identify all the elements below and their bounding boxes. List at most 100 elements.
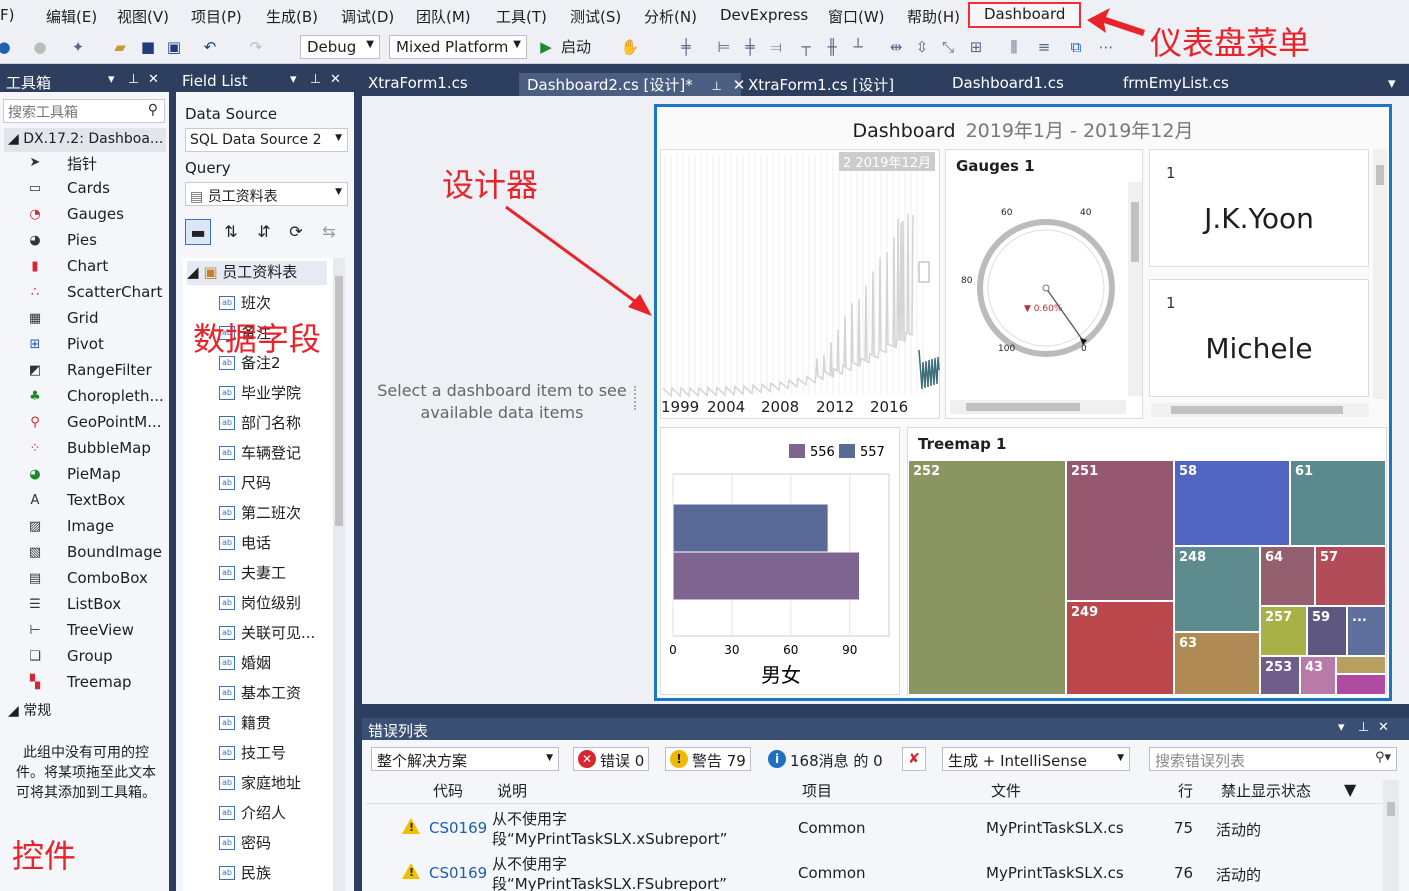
data-source-select[interactable]: SQL Data Source 2 ▼: [185, 128, 348, 152]
column-description[interactable]: 说明: [497, 780, 527, 804]
tab-dashboard1[interactable]: Dashboard1.cs: [944, 73, 1072, 96]
splitter[interactable]: [634, 386, 638, 410]
treemap-tile[interactable]: 257: [1260, 606, 1307, 656]
tab-frmemylist[interactable]: frmEmyList.cs: [1115, 73, 1237, 96]
redo-icon[interactable]: ↷: [246, 37, 266, 57]
toolbox-search-input[interactable]: 搜索工具箱 ⚲: [3, 99, 165, 123]
column-code[interactable]: 代码: [433, 780, 463, 804]
menu-build[interactable]: 生成(B): [266, 6, 318, 27]
menu-file[interactable]: F): [0, 6, 14, 24]
card-item[interactable]: 1 Michele: [1149, 279, 1369, 397]
forward-icon[interactable]: ●: [30, 37, 50, 57]
menu-dashboard[interactable]: Dashboard: [968, 2, 1082, 28]
sort-za-icon[interactable]: ⇵: [251, 219, 277, 245]
menu-tools[interactable]: 工具(T): [496, 6, 547, 27]
close-icon[interactable]: ✕: [148, 72, 159, 87]
pin-icon[interactable]: ⊥: [1358, 720, 1369, 735]
cards-scrollbar[interactable]: [1373, 149, 1387, 399]
tab-dashboard2-design[interactable]: Dashboard2.cs [设计]* ⊥ ✕: [519, 73, 745, 96]
build-select[interactable]: 生成 + IntelliSense ▼: [942, 747, 1130, 771]
error-list-scrollbar[interactable]: [1383, 780, 1399, 891]
menu-edit[interactable]: 编辑(E): [46, 6, 97, 27]
layout-icon[interactable]: ⧉: [1066, 37, 1086, 57]
size-height-icon[interactable]: ⇳: [912, 37, 932, 57]
close-icon[interactable]: ✕: [330, 72, 341, 87]
dropdown-icon[interactable]: ▾: [290, 72, 297, 87]
field-list-scrollbar[interactable]: [333, 258, 345, 891]
menu-devexpress[interactable]: DevExpress: [720, 6, 808, 24]
treemap-tile[interactable]: [1336, 656, 1386, 674]
treemap-tile[interactable]: 252: [908, 460, 1066, 695]
align-left-icon[interactable]: ⊨: [714, 37, 734, 57]
errors-filter-button[interactable]: ✕ 错误 0: [573, 747, 650, 771]
new-project-icon[interactable]: ✦: [68, 37, 88, 57]
treemap-item[interactable]: Treemap 1 252 251 249 58 61 248 64 57 63 257 59...…: [907, 427, 1387, 695]
attach-icon[interactable]: ✋: [620, 37, 640, 57]
menu-team[interactable]: 团队(M): [416, 6, 471, 27]
swap-icon[interactable]: ⇆: [316, 219, 342, 245]
align-center-icon[interactable]: ╪: [740, 37, 760, 57]
treemap-tile[interactable]: 58: [1174, 460, 1290, 546]
back-icon[interactable]: ●: [0, 37, 14, 57]
bar-chart-item[interactable]: 0 30 60 90 556 557 男女: [660, 427, 900, 695]
range-filter-item[interactable]: 2 2019年12月 1999 2004 2008 2012 2016: [660, 149, 940, 419]
menu-analyze[interactable]: 分析(N): [644, 6, 697, 27]
treemap-tile[interactable]: 61: [1290, 460, 1386, 546]
card-item[interactable]: 1 J.K.Yoon: [1149, 149, 1369, 267]
treemap-tile[interactable]: 251: [1066, 460, 1174, 601]
start-icon[interactable]: ▶: [536, 37, 556, 57]
dropdown-icon[interactable]: ▾: [1338, 720, 1345, 735]
spacing-icon[interactable]: ⫼: [1004, 37, 1024, 57]
align-middle-icon[interactable]: ╫: [822, 37, 842, 57]
group-view-icon[interactable]: ▬: [185, 219, 211, 245]
dropdown-icon[interactable]: ▾: [108, 72, 115, 87]
treemap-tile[interactable]: 43: [1300, 656, 1336, 695]
treemap-tile[interactable]: 249: [1066, 601, 1174, 695]
error-row[interactable]: ! CS0169 从不使用字 段“MyPrintTaskSLX.xSubrepo…: [366, 808, 1376, 850]
gauges-item[interactable]: Gauges 1 60 40 80 100 0 ▼ 0.60%: [945, 149, 1143, 419]
error-row[interactable]: ! CS0169 从不使用字 段“MyPrintTaskSLX.FSubrepo…: [366, 853, 1376, 891]
scope-select[interactable]: 整个解决方案 ▼: [371, 747, 559, 771]
treemap-tile[interactable]: [1336, 674, 1386, 695]
filter-icon[interactable]: ▼: [1344, 780, 1356, 799]
dashboard-surface[interactable]: Dashboard 2019年1月 - 2019年12月 2 2019年12月 1…: [654, 104, 1392, 701]
menu-test[interactable]: 测试(S): [570, 6, 621, 27]
menu-window[interactable]: 窗口(W): [828, 6, 885, 27]
menu-project[interactable]: 项目(P): [191, 6, 242, 27]
error-code[interactable]: CS0169: [429, 819, 487, 837]
treemap-tile[interactable]: 59: [1307, 606, 1347, 656]
toolbox-group-general[interactable]: ◢ 常规: [4, 697, 166, 721]
column-suppression[interactable]: 禁止显示状态: [1221, 780, 1311, 804]
column-project[interactable]: 项目: [802, 780, 832, 804]
close-icon[interactable]: ✕: [1378, 720, 1389, 735]
config-select[interactable]: Debug ▼: [300, 35, 380, 59]
toolbox-group-dashboard[interactable]: ◢ DX.17.2: Dashboa...: [4, 128, 166, 152]
query-select[interactable]: ▤ 员工资料表 ▼: [185, 182, 348, 206]
start-button[interactable]: 启动: [561, 36, 591, 57]
align-icon[interactable]: ╪: [676, 37, 696, 57]
treemap-tile[interactable]: ...: [1347, 606, 1386, 656]
filter-build-icon[interactable]: ✘: [902, 747, 926, 771]
save-all-icon[interactable]: ▣: [164, 37, 184, 57]
tab-order-icon[interactable]: ⋯: [1096, 37, 1116, 57]
align-right-icon[interactable]: ⫤: [766, 37, 786, 57]
size-both-icon[interactable]: ⤡: [938, 37, 958, 57]
tab-xtraform1-design[interactable]: XtraForm1.cs [设计]: [740, 73, 902, 96]
spacing2-icon[interactable]: ≡: [1034, 37, 1054, 57]
gauge-scrollbar[interactable]: [1128, 182, 1142, 396]
messages-filter-button[interactable]: i 168消息 的 0: [763, 747, 888, 771]
treemap-tile[interactable]: 253: [1260, 656, 1300, 695]
open-icon[interactable]: ▰: [110, 37, 130, 57]
undo-icon[interactable]: ↶: [200, 37, 220, 57]
treemap-tile[interactable]: 64: [1260, 546, 1315, 606]
tab-overflow-icon[interactable]: ▾: [1380, 73, 1404, 96]
warnings-filter-button[interactable]: ! 警告 79: [665, 747, 751, 771]
pin-icon[interactable]: ⊥: [128, 72, 139, 87]
menu-help[interactable]: 帮助(H): [907, 6, 960, 27]
pin-icon[interactable]: ⊥: [310, 72, 321, 87]
menu-view[interactable]: 视图(V): [117, 6, 169, 27]
grid-snap-icon[interactable]: ⊞: [966, 37, 986, 57]
size-width-icon[interactable]: ⇹: [886, 37, 906, 57]
cards-hscrollbar[interactable]: [1151, 403, 1369, 417]
error-code[interactable]: CS0169: [429, 864, 487, 882]
